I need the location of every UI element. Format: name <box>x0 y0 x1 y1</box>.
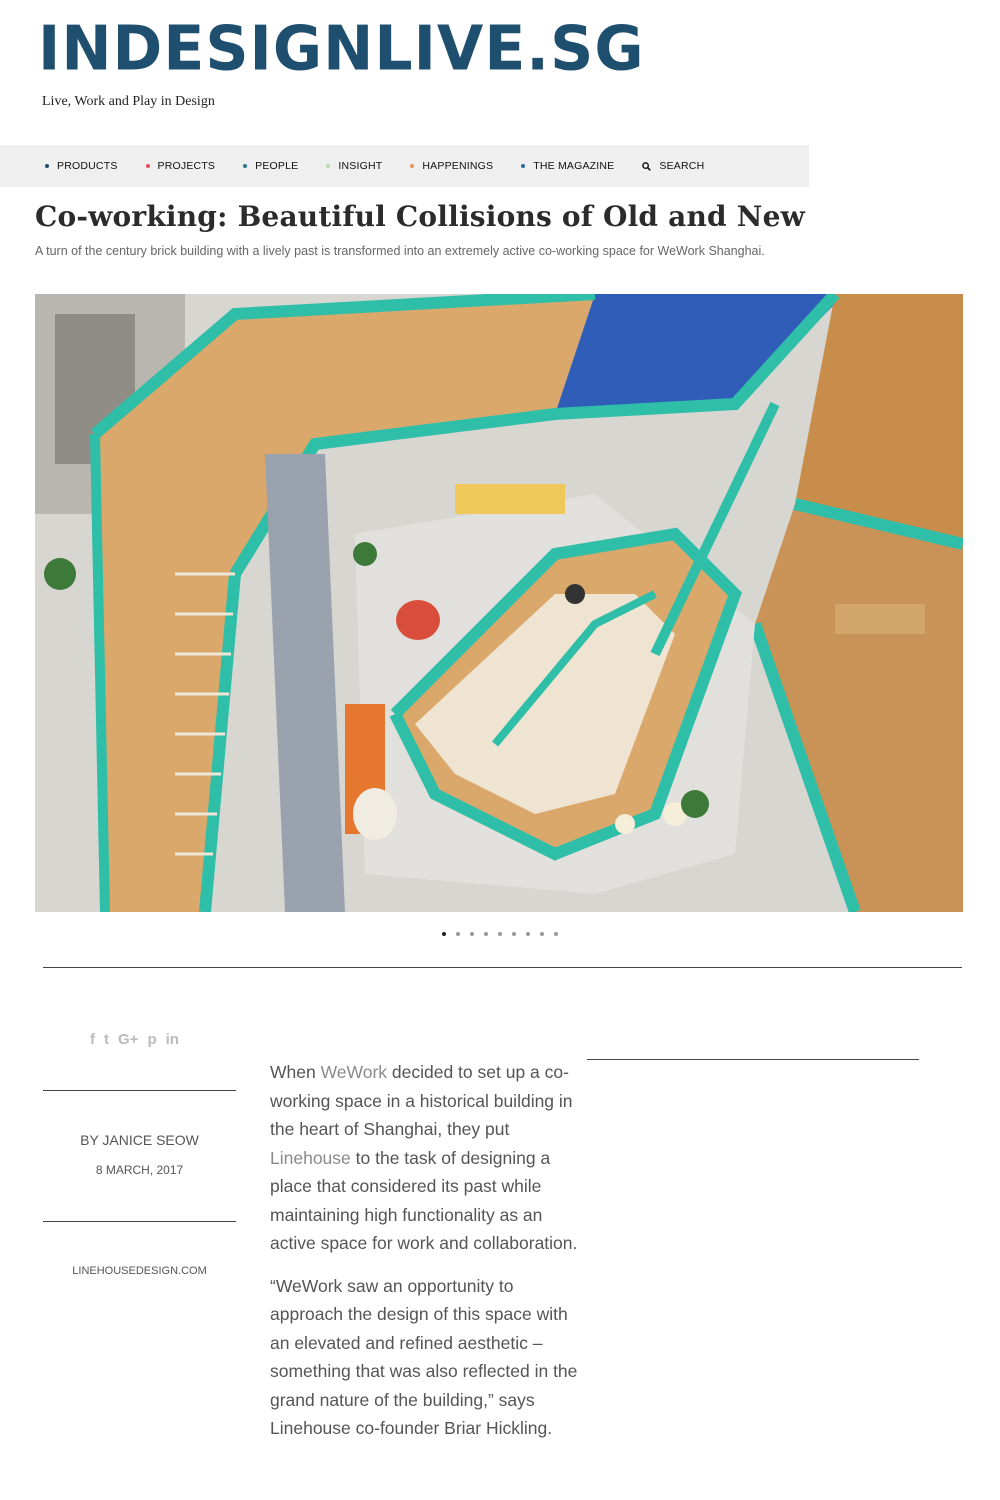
nav-item-label: SEARCH <box>659 160 705 172</box>
main-nav: PRODUCTS PROJECTS PEOPLE INSIGHT HAPPENI… <box>0 145 809 187</box>
sidebar-divider <box>43 1090 236 1091</box>
wework-link[interactable]: WeWork <box>321 1062 387 1082</box>
nav-dot-icon <box>243 164 248 168</box>
paragraph-text: When <box>270 1062 321 1082</box>
nav-item-search[interactable]: SEARCH <box>642 160 704 172</box>
article-paragraph: “WeWork saw an opportunity to approach t… <box>270 1275 578 1439</box>
nav-item-label: INSIGHT <box>338 160 383 172</box>
source-website-link[interactable]: LINEHOUSEDESIGN.COM <box>43 1265 236 1277</box>
staircase-photo <box>35 294 963 912</box>
article-body: When WeWork decided to set up a co-worki… <box>270 1058 590 1457</box>
search-icon <box>642 161 652 171</box>
sidebar-divider <box>43 1221 236 1222</box>
nav-item-label: THE MAGAZINE <box>533 160 615 172</box>
site-logo[interactable]: INDESIGNLIVE.SG <box>38 13 645 84</box>
slider-dot[interactable] <box>554 932 558 936</box>
article-subtitle: A turn of the century brick building wit… <box>35 244 765 258</box>
linehouse-link[interactable]: Linehouse <box>270 1148 351 1168</box>
nav-item-insight[interactable]: INSIGHT <box>326 160 382 172</box>
linkedin-icon[interactable]: in <box>166 1031 179 1048</box>
article-title: Co-working: Beautiful Collisions of Old … <box>35 200 805 233</box>
nav-dot-icon <box>521 164 526 168</box>
nav-dot-icon <box>410 164 415 168</box>
pinterest-icon[interactable]: p <box>147 1031 156 1048</box>
nav-dot-icon <box>326 164 331 168</box>
nav-item-label: PEOPLE <box>255 160 299 172</box>
nav-item-projects[interactable]: PROJECTS <box>145 160 216 172</box>
nav-item-products[interactable]: PRODUCTS <box>45 160 118 172</box>
slider-dot[interactable] <box>498 932 502 936</box>
nav-item-the-magazine[interactable]: THE MAGAZINE <box>521 160 614 172</box>
sidebar-right-divider <box>587 1059 919 1060</box>
slider-dot[interactable] <box>484 932 488 936</box>
nav-item-label: HAPPENINGS <box>422 160 494 172</box>
share-bar: f t G+ p in <box>90 1031 179 1048</box>
slider-pagination <box>0 932 1000 936</box>
nav-item-label: PROJECTS <box>157 160 216 172</box>
google-plus-icon[interactable]: G+ <box>118 1031 138 1048</box>
author-byline: BY JANICE SEOW <box>80 1132 199 1148</box>
slider-dot[interactable] <box>442 932 446 936</box>
nav-item-label: PRODUCTS <box>57 160 118 172</box>
nav-item-people[interactable]: PEOPLE <box>243 160 298 172</box>
section-divider <box>43 967 962 968</box>
site-tagline: Live, Work and Play in Design <box>42 94 215 109</box>
facebook-icon[interactable]: f <box>90 1031 95 1048</box>
slider-dot[interactable] <box>526 932 530 936</box>
hero-image[interactable] <box>35 294 963 912</box>
slider-dot[interactable] <box>540 932 544 936</box>
twitter-icon[interactable]: t <box>104 1031 109 1048</box>
publish-date: 8 MARCH, 2017 <box>95 1163 184 1177</box>
slider-dot[interactable] <box>456 932 460 936</box>
slider-dot[interactable] <box>512 932 516 936</box>
nav-item-happenings[interactable]: HAPPENINGS <box>410 160 493 172</box>
nav-dot-icon <box>145 164 150 168</box>
nav-dot-icon <box>45 164 49 168</box>
article-paragraph: When WeWork decided to set up a co-worki… <box>270 1058 590 1258</box>
slider-dot[interactable] <box>470 932 474 936</box>
